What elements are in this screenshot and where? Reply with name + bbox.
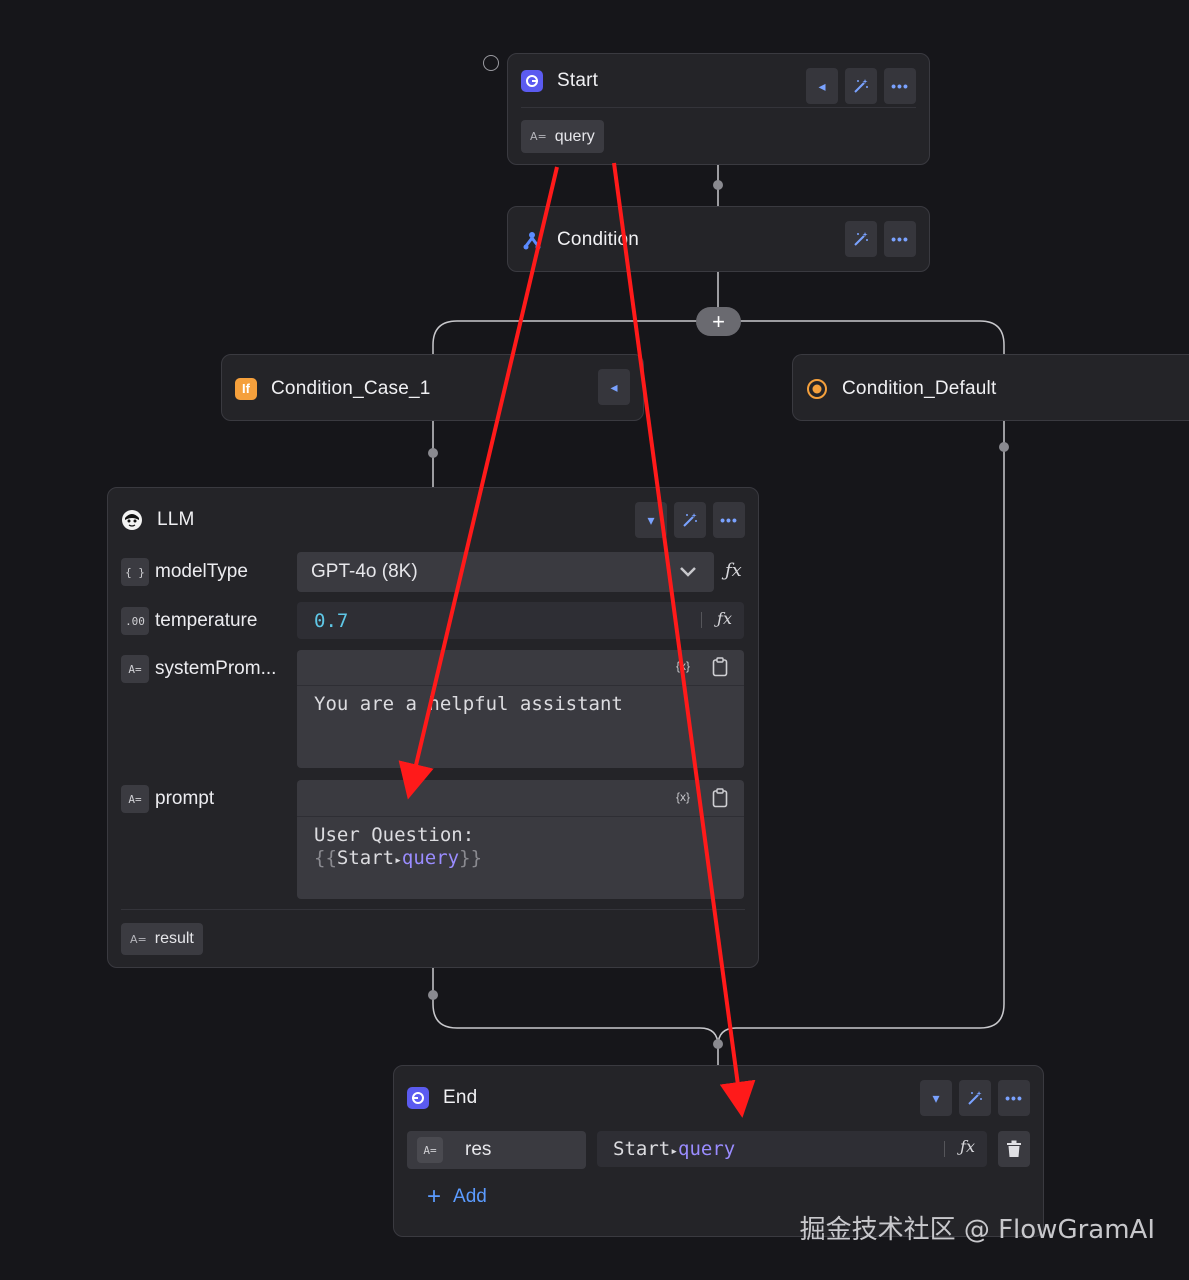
annotation-arrow: [612, 162, 756, 1118]
annotation-arrow: [398, 166, 559, 800]
flow-canvas[interactable]: + Start ◂ ••• A= query Condition ••• If …: [0, 0, 1189, 1280]
annotation-arrows: [398, 162, 756, 1118]
watermark: 掘金技术社区 @ FlowGramAI: [799, 1215, 1155, 1245]
